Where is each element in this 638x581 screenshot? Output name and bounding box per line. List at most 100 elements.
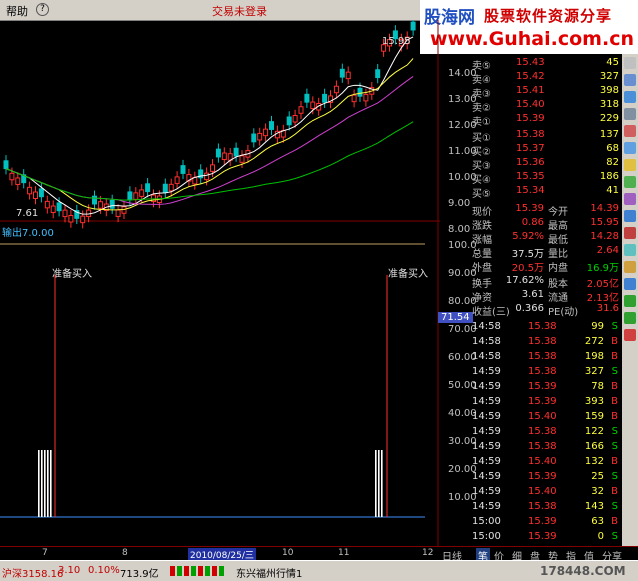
stat-row: 收益(三) 0.366 PE(动) 31.6 xyxy=(470,302,622,318)
tick-side: S xyxy=(611,531,618,542)
stat-label: 外盘 xyxy=(472,263,492,274)
candle-body xyxy=(221,152,227,161)
tick-side: B xyxy=(611,336,618,347)
tick-time: 14:59 xyxy=(472,441,501,452)
x-label: 8 xyxy=(122,548,128,558)
tick-volume: 393 xyxy=(584,396,604,407)
toolbar-button-icon[interactable] xyxy=(624,193,636,205)
tick-price: 15.39 xyxy=(528,471,557,482)
tick-side: B xyxy=(611,396,618,407)
index-change: 3.10 xyxy=(58,565,81,576)
candle-body xyxy=(357,87,363,97)
bid-volume: 68 xyxy=(606,143,619,154)
tick-row: 14:59 15.40 32 B xyxy=(470,485,622,499)
ask-row: 卖① 15.39 229 xyxy=(470,112,622,128)
help-icon[interactable]: ? xyxy=(36,3,49,16)
tick-time: 14:59 xyxy=(472,471,501,482)
signal-label-1: 准备买入 xyxy=(52,269,92,280)
x-label: 10 xyxy=(282,548,294,558)
tick-volume: 327 xyxy=(584,366,604,377)
arrow-right-icon[interactable] xyxy=(624,329,636,341)
candle-body xyxy=(9,172,15,181)
candle-body xyxy=(44,200,50,209)
cursor-value-badge: 71.54 xyxy=(438,312,473,323)
ask-price: 15.39 xyxy=(516,113,545,124)
ask-volume: 229 xyxy=(599,113,619,124)
trade-status-label[interactable]: 交易未登录 xyxy=(212,3,267,19)
toolbar-button-icon[interactable] xyxy=(624,176,636,188)
toolbar-button-icon[interactable] xyxy=(624,57,636,69)
arrow-up-icon[interactable] xyxy=(624,295,636,307)
tick-volume: 132 xyxy=(584,456,604,467)
candle-body xyxy=(97,201,103,209)
signal-label-2: 准备买入 xyxy=(388,269,428,280)
toolbar-button-icon[interactable] xyxy=(624,244,636,256)
indicator-bar xyxy=(381,450,383,517)
tick-time: 14:59 xyxy=(472,396,501,407)
candle-body xyxy=(133,192,139,200)
candle-body xyxy=(304,93,310,103)
stat-label: 收益(三) xyxy=(472,307,510,318)
stat-value: 3.61 xyxy=(521,289,544,300)
candle-body xyxy=(145,183,151,193)
ask-row: 卖⑤ 15.43 45 xyxy=(470,56,622,72)
ask-label: 卖① xyxy=(472,117,491,128)
bid-row: 买② 15.37 68 xyxy=(470,142,622,158)
toolbar-button-icon[interactable] xyxy=(624,108,636,120)
indicator-bar xyxy=(38,450,40,517)
candle-body xyxy=(80,215,86,224)
toolbar-button-icon[interactable] xyxy=(624,74,636,86)
tick-side: S xyxy=(611,501,618,512)
bid-volume: 137 xyxy=(599,129,619,140)
tick-time: 14:59 xyxy=(472,501,501,512)
indicator-bar xyxy=(50,450,52,517)
tick-price: 15.38 xyxy=(528,321,557,332)
indicator-bar xyxy=(378,450,380,517)
ask-price: 15.42 xyxy=(516,71,545,82)
tick-side: B xyxy=(611,411,618,422)
tick-volume: 143 xyxy=(584,501,604,512)
tick-price: 15.39 xyxy=(528,516,557,527)
menu-help[interactable]: 帮助 xyxy=(6,3,28,19)
toolbar-button-icon[interactable] xyxy=(624,91,636,103)
toolbar-button-icon[interactable] xyxy=(624,261,636,273)
tick-price: 15.39 xyxy=(528,381,557,392)
bid-price: 15.36 xyxy=(516,157,545,168)
toolbar-button-icon[interactable] xyxy=(624,278,636,290)
candle-body xyxy=(333,85,339,94)
tick-time: 14:59 xyxy=(472,486,501,497)
quote-source[interactable]: 东兴福州行情1 xyxy=(236,565,302,580)
candle-body xyxy=(210,164,215,172)
tick-side: B xyxy=(611,351,618,362)
high-price-label: 15.95 xyxy=(382,36,411,47)
candle-body xyxy=(233,147,239,157)
arrow-down-icon[interactable] xyxy=(624,312,636,324)
toolbar-button-icon[interactable] xyxy=(624,227,636,239)
tick-price: 15.38 xyxy=(528,351,557,362)
stat-row: 净资 3.61 流通 2.13亿 xyxy=(470,288,622,304)
index-value: 沪深3158.16 xyxy=(2,569,64,580)
tick-side: S xyxy=(611,321,618,332)
tick-volume: 32 xyxy=(591,486,604,497)
time-axis: 7 8 2010/08/25/三 10 11 12 xyxy=(0,546,440,561)
tick-price: 15.38 xyxy=(528,441,557,452)
toolbar-button-icon[interactable] xyxy=(624,159,636,171)
tick-side: B xyxy=(611,381,618,392)
stat-label: PE(动) xyxy=(548,307,579,318)
tick-volume: 122 xyxy=(584,426,604,437)
x-label: 11 xyxy=(338,548,350,558)
tick-row: 14:58 15.38 198 B xyxy=(470,350,622,364)
tick-row: 14:59 15.38 327 S xyxy=(470,365,622,379)
toolbar-button-icon[interactable] xyxy=(624,142,636,154)
kline-chart-area[interactable]: 15.95 7.61 输出7.0.00 准备买入 准备买入 71.54 14.0… xyxy=(0,16,477,546)
stat-value: 15.95 xyxy=(590,217,619,228)
candle-body xyxy=(257,132,263,141)
stat-row: 现价 15.39 今开 14.39 xyxy=(470,202,622,218)
ask-volume: 318 xyxy=(599,99,619,110)
candle-body xyxy=(162,183,168,193)
kline-svg xyxy=(0,16,440,546)
tick-row: 14:59 15.39 78 B xyxy=(470,380,622,394)
candle-body xyxy=(339,68,345,78)
toolbar-button-icon[interactable] xyxy=(624,210,636,222)
toolbar-button-icon[interactable] xyxy=(624,125,636,137)
